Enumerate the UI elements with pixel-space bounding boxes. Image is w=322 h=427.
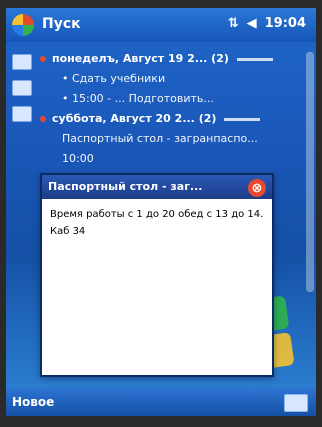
list-item[interactable]: • 15:00 - ... Подготовить... [40,92,304,106]
new-softkey[interactable]: Новое [12,395,54,409]
bottom-bar: Новое [6,388,316,416]
tasks-icon[interactable] [12,106,32,122]
list-item[interactable]: • Сдать учебники [40,72,304,86]
red-bullet-icon [40,56,46,62]
popup-header: Паспортный стол - заг... ⊗ [42,175,272,199]
connectivity-icon[interactable]: ⇅ [228,16,239,31]
today-list: понеделъ, Август 19 2... (2) • Сдать уче… [40,52,304,172]
scrollbar[interactable] [306,52,314,292]
title-bar: Пуск ⇅ ◀︎ 19:04 [6,8,316,42]
list-item[interactable]: Паспортный стол - загранпаспо... [40,132,304,146]
contacts-icon[interactable] [12,80,32,96]
screen: Пуск ⇅ ◀︎ 19:04 понеделъ, Август 19 2...… [6,8,316,416]
list-header[interactable]: суббота, Август 20 2... (2) [40,112,304,126]
keyboard-icon[interactable] [284,394,308,412]
list-header[interactable]: понеделъ, Август 19 2... (2) [40,52,304,66]
app-title: Пуск [42,16,81,32]
popup-body: Время работы с 1 до 20 обед с 13 до 14. … [42,199,272,253]
start-flag-icon[interactable] [12,14,34,36]
calendar-icon[interactable] [12,54,32,70]
popup-line: Каб 34 [50,226,86,237]
close-icon[interactable]: ⊗ [248,179,266,197]
notification-popup: Паспортный стол - заг... ⊗ Время работы … [40,173,274,377]
clock[interactable]: 19:04 [265,16,306,31]
left-icon-strip [12,54,34,122]
list-item[interactable]: 10:00 [40,152,304,166]
popup-title: Паспортный стол - заг... [48,180,203,193]
volume-icon[interactable]: ◀︎ [247,16,257,31]
red-bullet-icon [40,116,46,122]
system-tray: ⇅ ◀︎ 19:04 [228,16,306,31]
popup-line: Время работы с 1 до 20 обед с 13 до 14. [50,209,264,220]
